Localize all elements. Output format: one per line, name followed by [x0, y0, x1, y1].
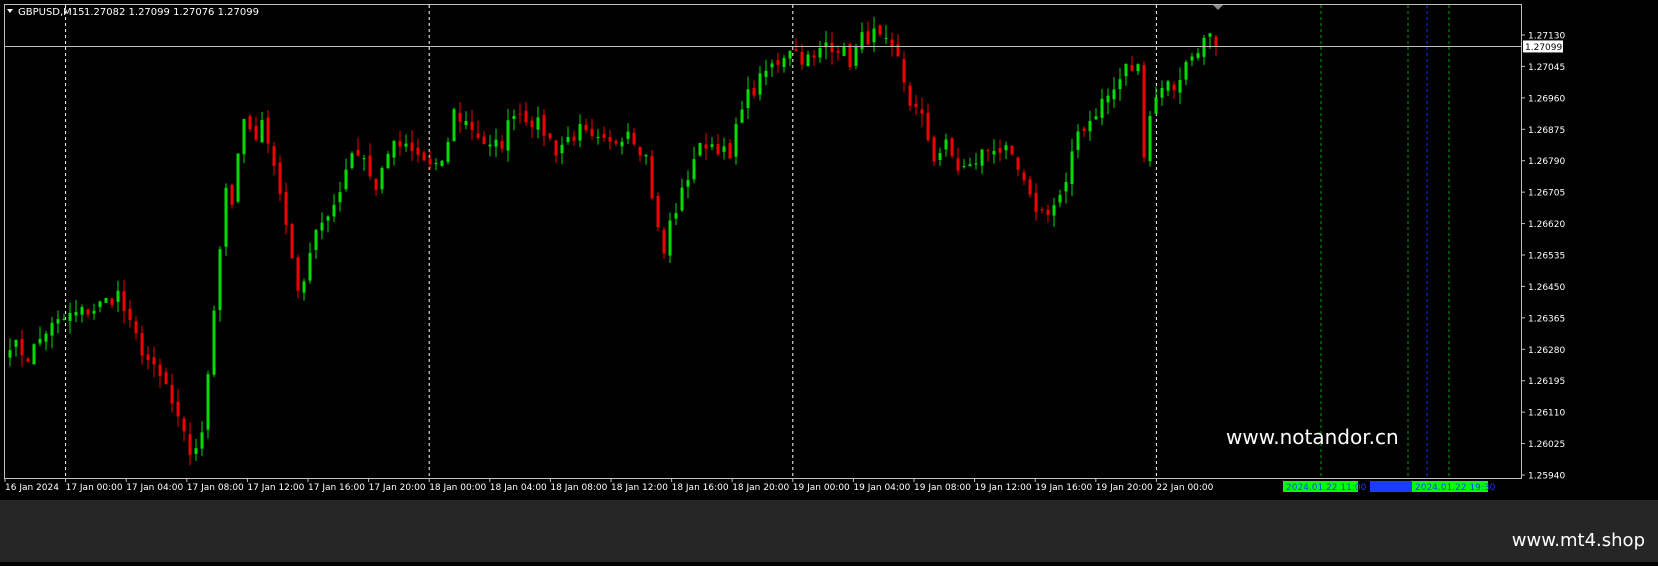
y-tick-label: 1.26450 [1528, 283, 1565, 293]
candle [1148, 110, 1152, 167]
candle [206, 370, 210, 439]
footer-site-text: www.mt4.shop [1512, 530, 1645, 551]
x-tick-label: 18 Jan 12:00 [611, 483, 668, 493]
chart-title-bar: GBPUSD,M15 1.27082 1.27099 1.27076 1.270… [7, 7, 259, 18]
candlestick-chart[interactable]: 1.27130 1.27045 1.26960 1.26875 1.26790 1.267… [0, 0, 1658, 562]
candle [656, 192, 660, 231]
candle [698, 142, 702, 157]
candle [1028, 176, 1032, 198]
candle [932, 135, 936, 166]
candle [854, 43, 858, 70]
candle [104, 297, 108, 303]
x-tick-label: 17 Jan 04:00 [126, 483, 183, 493]
candle [350, 151, 354, 170]
x-tick-label: 19 Jan 00:00 [793, 483, 850, 493]
y-tick-label: 1.26960 [1528, 94, 1565, 104]
x-tick-label: 18 Jan 04:00 [490, 483, 547, 493]
chart-window[interactable]: 1.27130 1.27045 1.26960 1.26875 1.26790 1.267… [0, 0, 1658, 562]
x-tick-label: 19 Jan 04:00 [853, 483, 910, 493]
chart-background [0, 0, 1658, 562]
x-tick-label: 18 Jan 08:00 [550, 483, 607, 493]
time-box-start-label: 2024.01.22 11:00 [1286, 483, 1367, 493]
x-tick-label: 19 Jan 16:00 [1035, 483, 1092, 493]
x-tick-label: 17 Jan 12:00 [247, 483, 304, 493]
x-tick-label: 17 Jan 08:00 [187, 483, 244, 493]
candle [32, 343, 36, 365]
candle [224, 183, 228, 256]
candle [440, 159, 444, 167]
y-tick-label: 1.27045 [1528, 63, 1565, 73]
watermark-text: www.notandor.cn [1226, 425, 1399, 449]
y-tick-label: 1.26535 [1528, 252, 1565, 262]
time-range-boxes: 2024.01.22 11:00 2024.01.22 19:30 [1283, 481, 1496, 493]
time-box-mid [1370, 481, 1413, 492]
y-tick-label: 1.26195 [1528, 377, 1565, 387]
symbol-timeframe-label: GBPUSD,M15 [18, 7, 85, 18]
y-tick-label: 1.26875 [1528, 126, 1565, 136]
x-tick-label: 17 Jan 00:00 [66, 483, 123, 493]
current-price-tag: 1.27099 [1523, 40, 1563, 53]
candle [950, 136, 954, 159]
candle [650, 149, 654, 200]
ohlc-values: 1.27082 1.27099 1.27076 1.27099 [84, 7, 259, 18]
x-tick-label: 18 Jan 20:00 [732, 483, 789, 493]
x-tick-label: 17 Jan 20:00 [369, 483, 426, 493]
candle [290, 222, 294, 259]
y-tick-label: 1.27130 [1528, 32, 1565, 42]
x-tick-label: 19 Jan 12:00 [975, 483, 1032, 493]
candle [1142, 60, 1146, 163]
candle [452, 107, 456, 142]
x-tick-label: 22 Jan 00:00 [1156, 483, 1213, 493]
x-tick-label: 16 Jan 2024 [5, 483, 59, 493]
time-box-end-label: 2024.01.22 19:30 [1415, 483, 1496, 493]
y-tick-label: 1.25940 [1528, 472, 1565, 482]
x-tick-label: 19 Jan 08:00 [914, 483, 971, 493]
current-price-label: 1.27099 [1525, 43, 1562, 53]
x-tick-label: 18 Jan 00:00 [429, 483, 486, 493]
x-tick-label: 17 Jan 16:00 [308, 483, 365, 493]
candle [236, 153, 240, 204]
x-tick-label: 19 Jan 20:00 [1096, 483, 1153, 493]
footer-bar [0, 500, 1658, 562]
y-tick-label: 1.26705 [1528, 189, 1565, 199]
y-tick-label: 1.26365 [1528, 314, 1565, 324]
y-tick-label: 1.26620 [1528, 220, 1565, 230]
y-tick-label: 1.26280 [1528, 346, 1565, 356]
y-tick-label: 1.26790 [1528, 157, 1565, 167]
y-tick-label: 1.26110 [1528, 409, 1565, 419]
candle [212, 305, 216, 378]
y-tick-label: 1.26025 [1528, 440, 1565, 450]
x-tick-label: 18 Jan 16:00 [672, 483, 729, 493]
